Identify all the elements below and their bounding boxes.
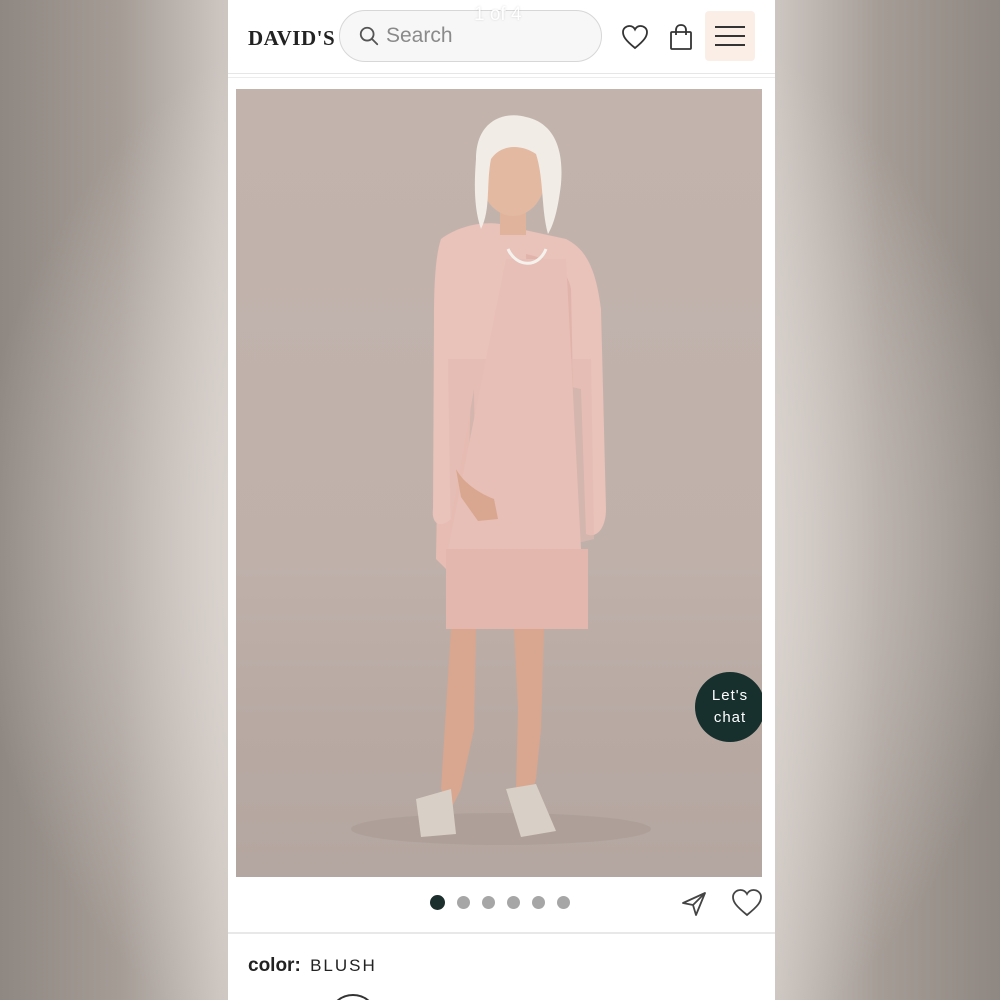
- model-photo: [351, 115, 651, 845]
- search-placeholder: Search: [386, 24, 453, 47]
- carousel-dot-6[interactable]: [557, 896, 570, 909]
- site-header: DAVID'S Search 1 of 4: [228, 0, 775, 74]
- chat-label-line2: chat: [713, 709, 747, 726]
- hamburger-menu-icon: [715, 26, 745, 46]
- search-icon: [359, 26, 379, 46]
- color-selector-label: color: BLUSH: [248, 955, 377, 977]
- color-label: color:: [248, 955, 301, 976]
- carousel-dot-4[interactable]: [507, 896, 520, 909]
- color-swatch[interactable]: [328, 994, 378, 1000]
- brand-logo[interactable]: DAVID'S: [248, 26, 335, 51]
- menu-button[interactable]: [705, 11, 755, 61]
- carousel-indicator: [430, 895, 570, 910]
- carousel-dot-2[interactable]: [457, 896, 470, 909]
- product-image[interactable]: Let's chat: [236, 89, 762, 877]
- section-divider: [228, 932, 775, 934]
- header-divider: [228, 77, 775, 78]
- carousel-dot-1[interactable]: [430, 895, 445, 910]
- mobile-page: DAVID'S Search 1 of 4 Let's chat color: …: [228, 0, 775, 1000]
- heart-icon: [622, 25, 648, 50]
- carousel-dot-3[interactable]: [482, 896, 495, 909]
- carousel-dot-5[interactable]: [532, 896, 545, 909]
- chat-button[interactable]: Let's chat: [695, 672, 762, 742]
- heart-outline-icon[interactable]: [731, 888, 763, 918]
- image-counter: 1 of 4: [474, 4, 522, 25]
- wishlist-button[interactable]: [620, 22, 650, 52]
- search-input[interactable]: Search: [339, 10, 602, 62]
- shopping-bag-icon: [670, 24, 692, 50]
- color-value: BLUSH: [310, 956, 377, 975]
- cart-button[interactable]: [666, 22, 696, 52]
- share-icon[interactable]: [680, 890, 708, 918]
- chat-label-line1: Let's: [711, 687, 749, 704]
